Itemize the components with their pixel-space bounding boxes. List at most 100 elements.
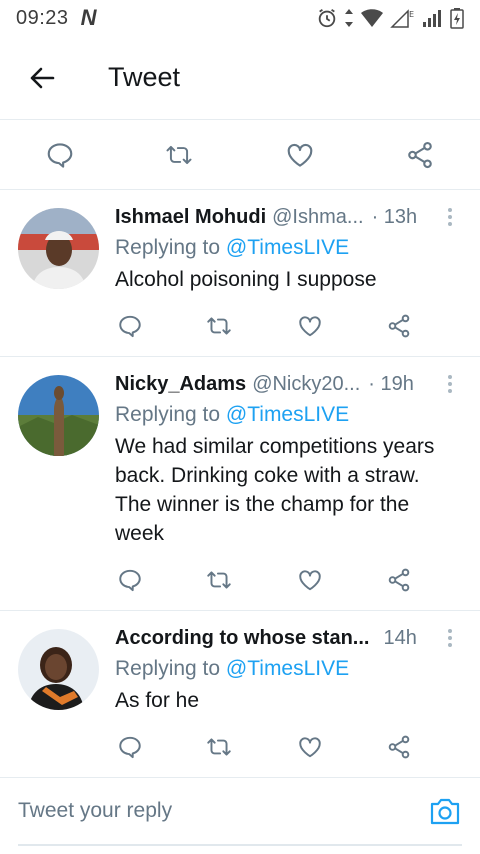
reply-button[interactable] [116, 733, 144, 761]
svg-text:E: E [409, 10, 414, 19]
replying-to-line: Replying to @TimesLIVE [115, 655, 460, 683]
replying-to-label: Replying to [115, 236, 226, 259]
retweet-button[interactable] [205, 733, 233, 761]
status-time: 09:23 [16, 6, 69, 29]
replying-to-line: Replying to @TimesLIVE [115, 401, 460, 429]
avatar[interactable] [18, 375, 99, 456]
author-name[interactable]: Ishmael Mohudi [115, 206, 266, 229]
reply-text-line: As for he [115, 689, 200, 712]
reply-header: Ishmael Mohudi @Ishma... · 13h [115, 202, 460, 232]
retweet-button[interactable] [205, 312, 233, 340]
retweet-icon [207, 571, 231, 589]
reply-text: Alcohol poisoning I suppose [115, 265, 460, 294]
share-button[interactable] [385, 312, 413, 340]
reply-text-line: week [115, 522, 165, 545]
back-button[interactable] [0, 36, 84, 120]
reply-text: We had similar competitions years back. … [115, 432, 460, 548]
page-title: Tweet [108, 62, 181, 92]
data-arrows-icon [345, 9, 353, 27]
reply-content: Nicky_Adams @Nicky20... · 19h Replying t… [115, 369, 460, 548]
alarm-icon [318, 8, 336, 28]
reply-action-bar [0, 312, 480, 342]
arrow-left-icon [30, 67, 55, 88]
reply-action-bar [0, 733, 480, 763]
reply-header: Nicky_Adams @Nicky20... · 19h [115, 369, 460, 399]
reply-time: · 13h [371, 205, 418, 228]
reply-text-line: Alcohol poisoning I suppose [115, 268, 377, 291]
reply-button[interactable] [116, 312, 144, 340]
avatar[interactable] [18, 629, 99, 710]
like-button[interactable] [296, 733, 324, 761]
reply-button[interactable] [45, 140, 75, 170]
like-icon [287, 143, 313, 167]
share-button[interactable] [405, 140, 435, 170]
share-button[interactable] [385, 566, 413, 594]
mention-link[interactable]: @TimesLIVE [226, 657, 349, 680]
tweet-action-bar [0, 120, 480, 190]
more-vertical-icon [448, 208, 452, 226]
battery-charging-icon [450, 8, 464, 29]
more-vertical-icon [448, 629, 452, 647]
reply-icon [119, 315, 141, 338]
more-options-button[interactable] [440, 628, 460, 648]
reply-icon [119, 736, 141, 759]
reply-action-bar [0, 566, 480, 596]
mention-link[interactable]: @TimesLIVE [226, 236, 349, 259]
avatar[interactable] [18, 208, 99, 289]
reply-content: Ishmael Mohudi @Ishma... · 13h Replying … [115, 202, 460, 294]
more-options-button[interactable] [440, 374, 460, 394]
like-icon [299, 316, 321, 337]
like-button[interactable] [285, 140, 315, 170]
like-button[interactable] [296, 312, 324, 340]
signal-bars-icon [423, 10, 441, 27]
n-notification-icon: N [80, 5, 97, 30]
reply-tweet[interactable]: Ishmael Mohudi @Ishma... · 13h Replying … [0, 190, 480, 357]
like-icon [299, 737, 321, 758]
retweet-icon [207, 317, 231, 335]
mention-link[interactable]: @TimesLIVE [226, 403, 349, 426]
reply-text-line: back. Drinking coke with a straw. [115, 464, 420, 487]
app-bar: Tweet [0, 36, 480, 120]
reply-text-line: We had similar competitions years [115, 435, 435, 458]
reply-button[interactable] [116, 566, 144, 594]
retweet-icon [166, 145, 192, 165]
retweet-button[interactable] [205, 566, 233, 594]
share-icon [388, 735, 410, 759]
share-icon [388, 568, 410, 592]
camera-icon [430, 798, 460, 825]
author-handle[interactable]: @Nicky20... [252, 373, 360, 396]
reply-content: According to whose stan... 14h Replying … [115, 623, 460, 715]
more-vertical-icon [448, 375, 452, 393]
signal-e-icon: E [390, 9, 414, 28]
share-icon [408, 141, 432, 169]
camera-button[interactable] [428, 794, 462, 828]
reply-input-placeholder: Tweet your reply [18, 799, 173, 822]
reply-time: 14h [383, 626, 417, 649]
share-button[interactable] [385, 733, 413, 761]
status-icons: E [316, 7, 464, 29]
author-name[interactable]: According to whose stan... [115, 627, 369, 650]
more-options-button[interactable] [440, 207, 460, 227]
reply-text-line: The winner is the champ for the [115, 493, 410, 516]
reply-icon [119, 569, 141, 592]
replying-to-label: Replying to [115, 403, 226, 426]
share-icon [388, 314, 410, 338]
status-bar: 09:23 N E [0, 0, 480, 36]
retweet-icon [207, 738, 231, 756]
author-handle[interactable]: @Ishma... [272, 206, 363, 229]
replying-to-label: Replying to [115, 657, 226, 680]
wifi-icon [361, 9, 383, 27]
replying-to-line: Replying to @TimesLIVE [115, 234, 460, 262]
reply-icon [47, 143, 73, 168]
reply-tweet[interactable]: Nicky_Adams @Nicky20... · 19h Replying t… [0, 357, 480, 611]
retweet-button[interactable] [164, 140, 194, 170]
reply-composer: Tweet your reply [0, 778, 480, 854]
reply-input[interactable]: Tweet your reply [18, 778, 462, 846]
reply-text: As for he [115, 686, 460, 715]
like-button[interactable] [296, 566, 324, 594]
reply-time: · 19h [368, 372, 414, 395]
reply-tweet[interactable]: According to whose stan... 14h Replying … [0, 611, 480, 778]
like-icon [299, 570, 321, 591]
reply-header: According to whose stan... 14h [115, 623, 460, 653]
author-name[interactable]: Nicky_Adams [115, 373, 246, 396]
